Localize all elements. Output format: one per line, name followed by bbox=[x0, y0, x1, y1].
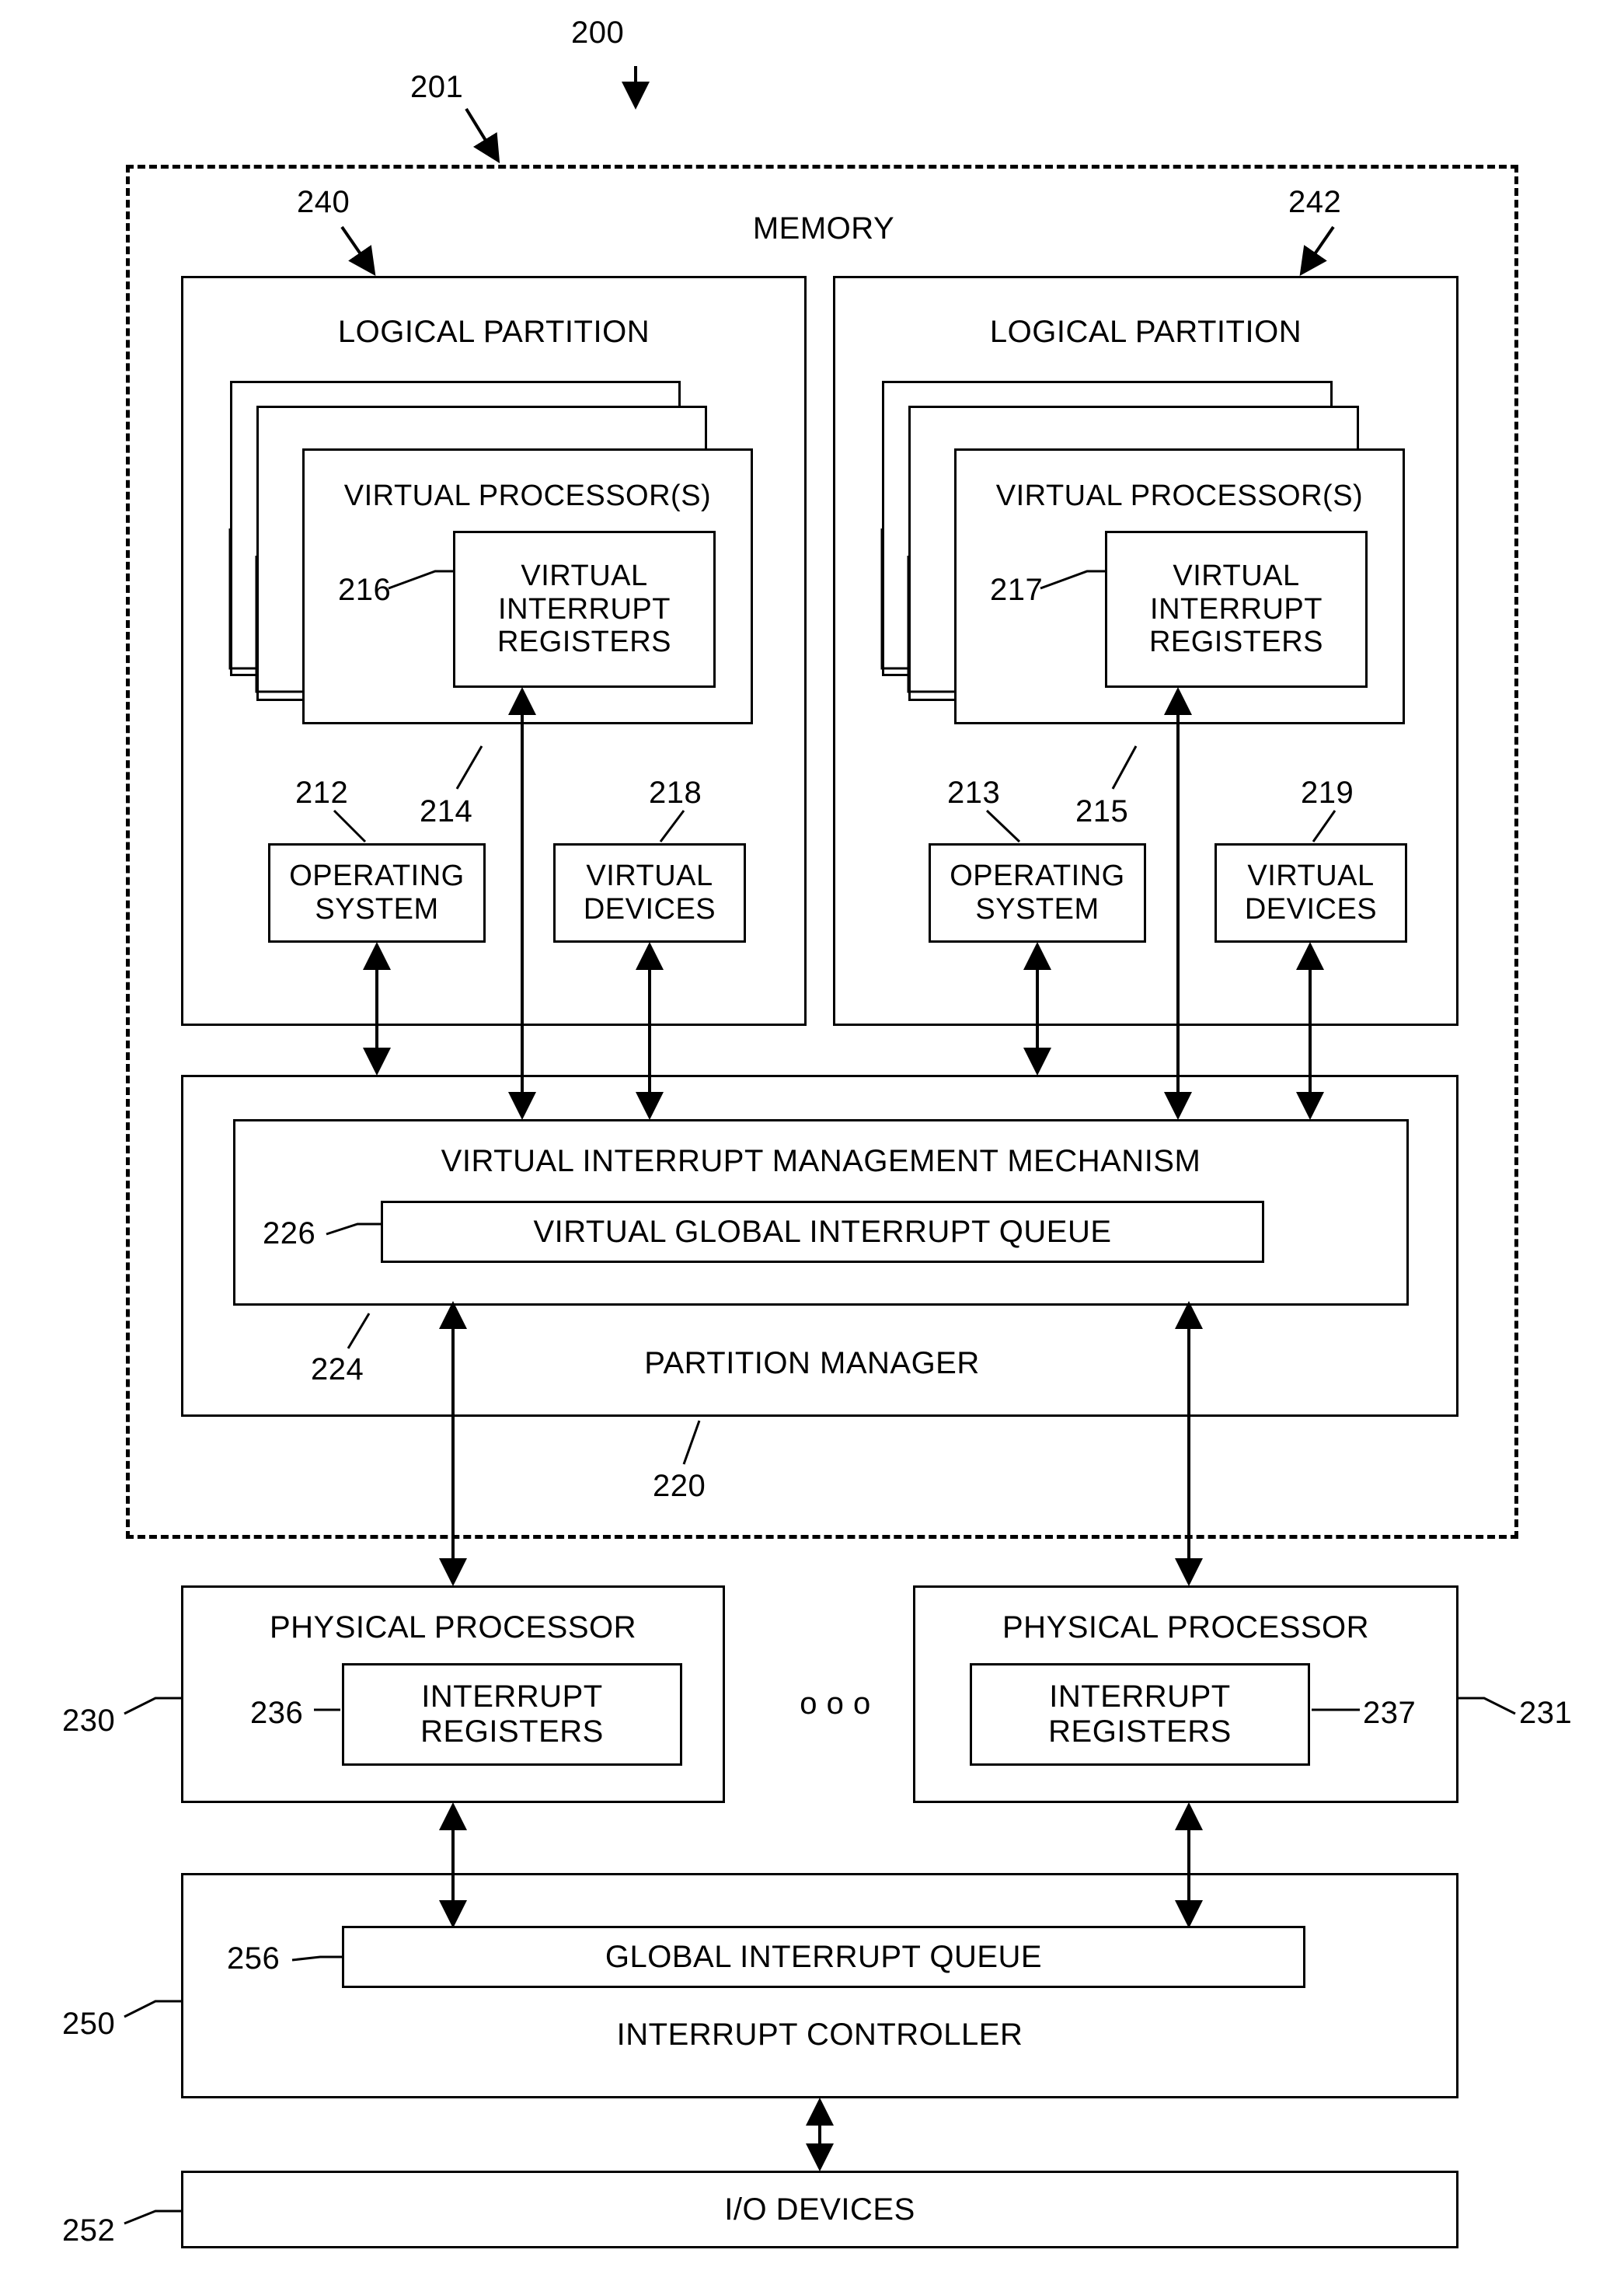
memory-label: MEMORY bbox=[752, 211, 895, 246]
virtual-interrupt-registers-1-label: VIRTUAL INTERRUPT REGISTERS bbox=[497, 560, 672, 659]
physical-processor-1-title: PHYSICAL PROCESSOR bbox=[269, 1610, 637, 1645]
ref-214: 214 bbox=[420, 794, 473, 828]
interrupt-registers-1: INTERRUPT REGISTERS bbox=[342, 1663, 682, 1766]
global-interrupt-queue-label: GLOBAL INTERRUPT QUEUE bbox=[605, 1939, 1043, 1974]
ref-231: 231 bbox=[1519, 1696, 1573, 1730]
ref-218: 218 bbox=[649, 776, 702, 810]
physical-processor-2-title: PHYSICAL PROCESSOR bbox=[1002, 1610, 1370, 1645]
ref-213: 213 bbox=[947, 776, 1001, 810]
logical-partition-1-title: LOGICAL PARTITION bbox=[337, 315, 650, 349]
ref-219: 219 bbox=[1301, 776, 1354, 810]
ref-212: 212 bbox=[295, 776, 349, 810]
interrupt-registers-2-label: INTERRUPT REGISTERS bbox=[1048, 1679, 1232, 1749]
interrupt-controller-title: INTERRUPT CONTROLLER bbox=[616, 2018, 1023, 2052]
io-devices: I/O DEVICES bbox=[181, 2171, 1458, 2248]
ref-216: 216 bbox=[338, 573, 392, 607]
global-interrupt-queue: GLOBAL INTERRUPT QUEUE bbox=[342, 1926, 1305, 1988]
virtual-processors-2-title: VIRTUAL PROCESSOR(S) bbox=[995, 480, 1364, 512]
ref-215: 215 bbox=[1075, 794, 1129, 828]
ref-230: 230 bbox=[62, 1704, 116, 1738]
ref-224: 224 bbox=[311, 1352, 364, 1386]
virtual-interrupt-registers-1: VIRTUAL INTERRUPT REGISTERS bbox=[453, 531, 716, 688]
ref-217: 217 bbox=[990, 573, 1044, 607]
ref-226: 226 bbox=[263, 1216, 316, 1250]
logical-partition-2-title: LOGICAL PARTITION bbox=[989, 315, 1302, 349]
virtual-devices-2: VIRTUAL DEVICES bbox=[1215, 843, 1407, 943]
virtual-devices-1: VIRTUAL DEVICES bbox=[553, 843, 746, 943]
interrupt-registers-1-label: INTERRUPT REGISTERS bbox=[420, 1679, 604, 1749]
virtual-devices-2-label: VIRTUAL DEVICES bbox=[1244, 860, 1378, 926]
virtual-global-interrupt-queue: VIRTUAL GLOBAL INTERRUPT QUEUE bbox=[381, 1201, 1264, 1263]
ref-242: 242 bbox=[1288, 185, 1342, 219]
virtual-processors-1-title: VIRTUAL PROCESSOR(S) bbox=[343, 480, 712, 512]
ref-240: 240 bbox=[297, 185, 350, 219]
ref-250: 250 bbox=[62, 2007, 116, 2041]
figure-canvas: 200 201 MEMORY 240 242 LOGICAL PARTITION… bbox=[0, 0, 1624, 2295]
partition-manager-label: PARTITION MANAGER bbox=[644, 1346, 980, 1380]
virtual-interrupt-registers-2-label: VIRTUAL INTERRUPT REGISTERS bbox=[1148, 560, 1324, 659]
ref-220: 220 bbox=[653, 1469, 706, 1503]
ref-237: 237 bbox=[1363, 1696, 1417, 1730]
ellipsis-label: o o o bbox=[800, 1686, 871, 1721]
virtual-interrupt-management-mechanism-label: VIRTUAL INTERRUPT MANAGEMENT MECHANISM bbox=[441, 1144, 1201, 1178]
ref-256: 256 bbox=[227, 1941, 281, 1976]
io-devices-label: I/O DEVICES bbox=[724, 2192, 915, 2227]
ref-200: 200 bbox=[571, 16, 625, 50]
operating-system-2-label: OPERATING SYSTEM bbox=[950, 860, 1125, 926]
ref-252: 252 bbox=[62, 2213, 116, 2248]
virtual-interrupt-registers-2: VIRTUAL INTERRUPT REGISTERS bbox=[1105, 531, 1368, 688]
virtual-devices-1-label: VIRTUAL DEVICES bbox=[583, 860, 716, 926]
ref-201: 201 bbox=[410, 70, 464, 104]
ref-236: 236 bbox=[250, 1696, 304, 1730]
operating-system-2: OPERATING SYSTEM bbox=[929, 843, 1146, 943]
virtual-global-interrupt-queue-label: VIRTUAL GLOBAL INTERRUPT QUEUE bbox=[533, 1214, 1112, 1249]
interrupt-registers-2: INTERRUPT REGISTERS bbox=[970, 1663, 1310, 1766]
operating-system-1: OPERATING SYSTEM bbox=[268, 843, 486, 943]
operating-system-1-label: OPERATING SYSTEM bbox=[289, 860, 465, 926]
